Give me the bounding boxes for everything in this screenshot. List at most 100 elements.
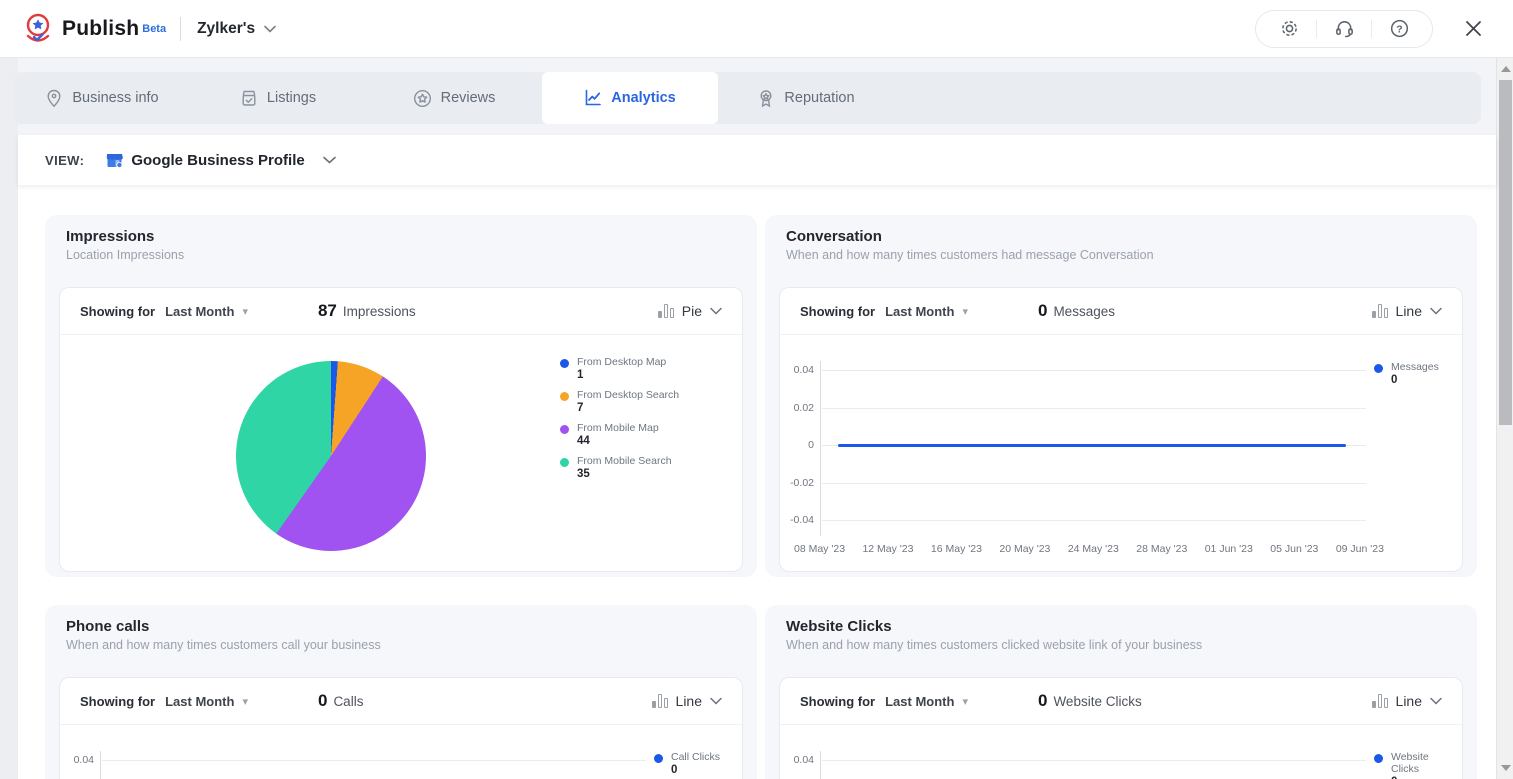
card-subtitle: Location Impressions [66,248,185,262]
tab-reputation[interactable]: Reputation [718,72,894,124]
legend-value: 0 [1391,374,1398,386]
metric: 0 Messages [1038,301,1115,321]
x-axis-tick: 16 May '23 [930,543,982,555]
scroll-down-arrow-icon[interactable] [1501,765,1511,771]
legend-label: From Desktop Map [577,356,667,368]
header-divider [180,16,182,41]
chart-panel-header: Showing for Last Month ▾ 87 Impressions … [60,288,742,335]
gridline [822,520,1366,521]
y-axis-tick: -0.04 [790,514,814,526]
app-title: Publish [62,16,140,40]
legend-item: From Mobile Search 35 [560,455,732,481]
legend-item: Messages 0 [1374,361,1458,387]
chevron-down-icon [1430,697,1442,705]
metric-label: Impressions [342,304,416,319]
vertical-scrollbar[interactable] [1496,58,1513,779]
card-title: Conversation [786,228,882,245]
x-axis-tick: 28 May '23 [1136,543,1188,555]
gridline [822,482,1366,484]
star-badge-icon [413,89,432,108]
legend-value: 35 [577,468,590,480]
y-axis-tick: 0.04 [73,754,94,766]
tab-label: Analytics [611,90,676,106]
chart-panel: Showing for Last Month ▾ 0 Calls Line Ca… [59,677,743,779]
chart-type-selector[interactable]: Line [1371,303,1442,319]
chart-panel-header: Showing for Last Month ▾ 0 Messages Line [780,288,1462,335]
publish-logo-icon [22,12,54,46]
settings-button[interactable] [1262,11,1316,47]
metric: 0 Website Clicks [1038,691,1142,711]
metric-value: 0 [1037,691,1048,710]
chart-legend: Website Clicks0 [1374,751,1458,779]
chart-type-selector[interactable]: Line [1371,693,1442,709]
chart-legend: Messages 0 [1374,361,1458,394]
chart-panel-header: Showing for Last Month ▾ 0 Calls Line [60,678,742,725]
metric-value: 0 [1037,301,1048,320]
card-subtitle: When and how many times customers clicke… [786,638,1203,652]
card-subtitle: When and how many times customers call y… [66,638,381,652]
metric-value: 87 [317,301,337,320]
medal-icon [757,89,775,108]
legend-value: 0 [1391,775,1458,779]
beta-badge: Beta [142,22,167,35]
legend-item: From Mobile Map 44 [560,422,732,448]
x-axis-tick: 01 Jun '23 [1204,543,1253,555]
x-axis-labels: 08 May '23 12 May '23 16 May '23 20 May '23… [794,543,1384,555]
dropdown-triangle-icon: ▾ [242,305,248,318]
metric-label: Website Clicks [1053,694,1142,709]
conversation-card: Conversation When and how many times cus… [765,215,1477,577]
support-button[interactable] [1317,11,1371,47]
legend-dot-icon [560,359,569,368]
google-business-profile-icon [106,152,124,168]
storefront-icon [240,89,258,108]
bar-chart-icon [1371,304,1388,318]
tab-label: Reviews [440,90,496,106]
period-dropdown[interactable]: Last Month ▾ [165,694,248,709]
svg-text:?: ? [1396,23,1402,35]
view-selector[interactable]: Google Business Profile [106,151,336,169]
tab-analytics[interactable]: Analytics [542,72,718,124]
help-button[interactable]: ? [1372,11,1426,47]
tab-business-info[interactable]: Business info [14,72,190,124]
chevron-down-icon [1430,307,1442,315]
card-title: Impressions [66,228,155,245]
y-axis-tick: 0 [808,439,814,451]
scroll-up-arrow-icon[interactable] [1501,66,1511,72]
account-name: Zylker's [197,19,256,37]
legend-label: From Mobile Map [577,422,659,434]
chart-type-selector[interactable]: Line [651,693,722,709]
tab-label: Reputation [784,90,855,106]
legend-item: From Desktop Search 7 [560,389,732,415]
chart-panel-header: Showing for Last Month ▾ 0 Website Click… [780,678,1462,725]
chart-legend: Call Clicks 0 [654,751,738,779]
x-axis-tick: 09 Jun '23 [1335,543,1384,555]
gridline [822,760,1366,761]
legend-dot-icon [654,754,663,763]
view-selected: Google Business Profile [131,151,305,169]
legend-value: 0 [671,764,678,776]
period-dropdown[interactable]: Last Month ▾ [885,694,968,709]
legend-value: 7 [577,402,584,414]
gridline [822,407,1366,409]
scrollbar-thumb[interactable] [1499,80,1512,425]
x-axis-tick: 20 May '23 [999,543,1051,555]
legend-dot-icon [1374,364,1383,373]
dropdown-triangle-icon: ▾ [962,305,968,318]
header-actions: ? [1255,9,1487,48]
account-selector[interactable]: Zylker's [197,20,276,38]
bar-chart-icon [657,304,674,318]
tab-listings[interactable]: Listings [190,72,366,124]
chart-type-selector[interactable]: Pie [657,303,722,319]
showing-for-label: Showing for [800,693,876,709]
tab-bar: Business info Listings Reviews Analytics… [14,72,1481,124]
impressions-card: Impressions Location Impressions Showing… [45,215,757,577]
showing-for-label: Showing for [80,303,156,319]
line-chart-area: Website Clicks0 0.04 [780,725,1462,779]
period-dropdown[interactable]: Last Month ▾ [165,304,248,319]
y-axis-line [820,361,821,536]
close-button[interactable] [1459,15,1487,43]
card-title: Website Clicks [786,618,892,635]
tab-reviews[interactable]: Reviews [366,72,542,124]
gridline [822,370,1366,371]
period-dropdown[interactable]: Last Month ▾ [885,304,968,319]
